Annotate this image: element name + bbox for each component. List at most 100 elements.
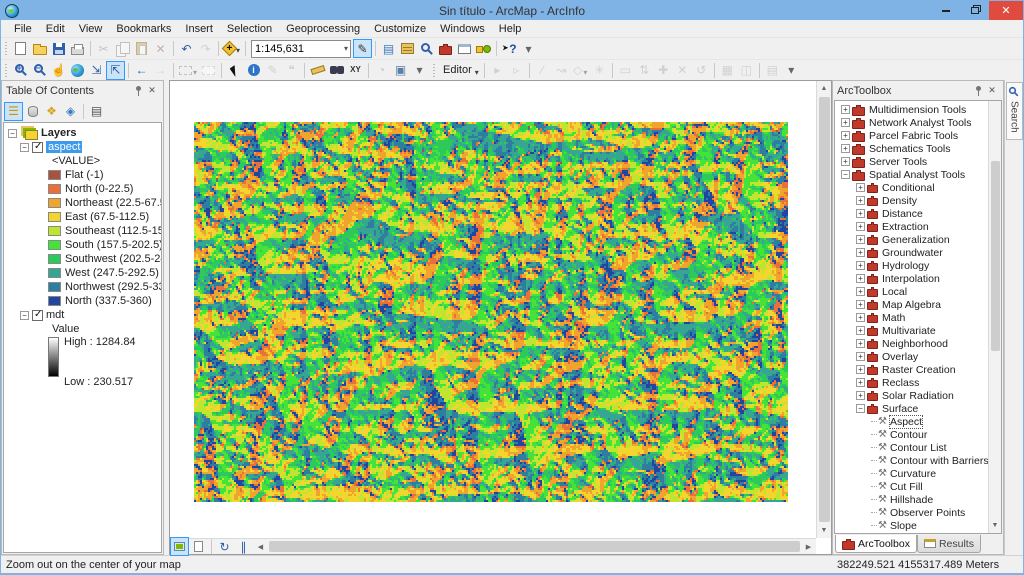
arctoolbox-item-contour-list[interactable]: ⚒Contour List — [835, 441, 1001, 454]
paste-button[interactable] — [132, 39, 151, 58]
map-scale-input[interactable] — [252, 43, 334, 55]
menu-item-edit[interactable]: Edit — [39, 22, 72, 36]
menu-item-customize[interactable]: Customize — [367, 22, 433, 36]
horizontal-scroll-thumb[interactable] — [269, 541, 800, 552]
python-window-button[interactable] — [455, 39, 474, 58]
copy-button[interactable] — [113, 39, 132, 58]
expand-icon[interactable]: + — [856, 248, 865, 257]
arctoolbox-item-raster-creation[interactable]: +Raster Creation — [835, 363, 1001, 376]
collapse-icon[interactable]: − — [20, 143, 29, 152]
arctoolbox-item-contour[interactable]: ⚒Contour — [835, 428, 1001, 441]
minimize-button[interactable] — [931, 1, 960, 20]
scroll-right-icon[interactable]: ▶ — [801, 539, 816, 554]
toolbar-grip[interactable] — [4, 63, 9, 78]
hyperlink-button[interactable]: ✎ — [263, 61, 282, 80]
expand-icon[interactable]: + — [856, 300, 865, 309]
mdt-layer-label[interactable]: mdt — [46, 309, 64, 321]
clear-selected-features-button[interactable] — [199, 61, 218, 80]
table-of-contents-window-button[interactable]: ▤ — [379, 39, 398, 58]
go-to-xy-button[interactable]: XY — [346, 61, 365, 80]
endpoint-arc-segment-button[interactable]: ↝ — [552, 61, 571, 80]
arctoolbox-item-contour-with-barriers[interactable]: ⚒Contour with Barriers — [835, 454, 1001, 467]
expand-icon[interactable]: + — [856, 378, 865, 387]
arctoolbox-item-generalization[interactable]: +Generalization — [835, 233, 1001, 246]
arctoolbox-item-surface[interactable]: −Surface — [835, 402, 1001, 415]
list-by-drawing-order-button[interactable]: ☰ — [4, 102, 23, 121]
arctoolbox-scrollbar[interactable]: ▼ — [988, 101, 1001, 533]
menu-item-view[interactable]: View — [72, 22, 110, 36]
list-by-source-button[interactable] — [23, 102, 42, 121]
edit-annotation-tool-button[interactable]: ▹ — [507, 61, 526, 80]
reshape-feature-tool-button[interactable]: ⇅ — [635, 61, 654, 80]
split-tool-button[interactable]: ✕ — [673, 61, 692, 80]
arctoolbox-pin-button[interactable] — [971, 84, 985, 98]
go-forward-extent-button[interactable]: → — [151, 61, 170, 80]
menu-item-windows[interactable]: Windows — [433, 22, 492, 36]
expand-icon[interactable]: + — [856, 287, 865, 296]
scroll-down-icon[interactable]: ▼ — [988, 518, 1003, 533]
arctoolbox-item-conditional[interactable]: +Conditional — [835, 181, 1001, 194]
scroll-down-icon[interactable]: ▼ — [817, 523, 832, 538]
editor-options-button[interactable]: ▾ — [782, 61, 801, 80]
legend-item-north-337-5-360[interactable]: North (337.5-360) — [4, 294, 161, 308]
expand-icon[interactable]: + — [856, 235, 865, 244]
toolbar-grip[interactable] — [4, 41, 9, 56]
map-raster[interactable] — [194, 122, 788, 502]
pause-drawing-button[interactable]: ∥ — [234, 537, 253, 556]
expand-icon[interactable]: + — [856, 261, 865, 270]
search-tab[interactable]: Search — [1006, 82, 1023, 140]
sketch-properties-button[interactable]: ◫ — [737, 61, 756, 80]
edit-tool-button[interactable]: ▸ — [488, 61, 507, 80]
menu-item-help[interactable]: Help — [492, 22, 529, 36]
toc-pin-button[interactable] — [131, 84, 145, 98]
legend-item-northwest-292-5-337-5[interactable]: Northwest (292.5-337.5) — [4, 280, 161, 294]
catalog-window-button[interactable] — [398, 39, 417, 58]
expand-icon[interactable]: + — [841, 131, 850, 140]
menu-item-selection[interactable]: Selection — [220, 22, 279, 36]
arctoolbox-close-button[interactable]: ✕ — [985, 84, 999, 98]
create-features-window-button[interactable]: ▤ — [763, 61, 782, 80]
model-builder-button[interactable] — [474, 39, 493, 58]
legend-item-southwest-202-5-247-5[interactable]: Southwest (202.5-247.5) — [4, 252, 161, 266]
search-window-button[interactable] — [417, 39, 436, 58]
arctoolbox-item-multivariate[interactable]: +Multivariate — [835, 324, 1001, 337]
editor-menu-button[interactable]: Editor — [439, 61, 481, 80]
arctoolbox-item-math[interactable]: +Math — [835, 311, 1001, 324]
toc-close-button[interactable]: ✕ — [145, 84, 159, 98]
arctoolbox-item-extraction[interactable]: +Extraction — [835, 220, 1001, 233]
arctoolbox-item-interpolation[interactable]: +Interpolation — [835, 272, 1001, 285]
expand-icon[interactable]: + — [856, 274, 865, 283]
toc-item-aspect[interactable]: − aspect — [4, 140, 161, 154]
full-extent-button[interactable] — [68, 61, 87, 80]
construction-tools-button[interactable]: ◇ — [571, 61, 590, 80]
list-by-visibility-button[interactable]: ❖ — [42, 102, 61, 121]
go-back-extent-button[interactable]: ← — [132, 61, 151, 80]
expand-icon[interactable]: + — [841, 144, 850, 153]
straight-segment-button[interactable]: ∕ — [533, 61, 552, 80]
print-button[interactable] — [68, 39, 87, 58]
arctoolbox-item-overlay[interactable]: +Overlay — [835, 350, 1001, 363]
arctoolbox-item-curvature[interactable]: ⚒Curvature — [835, 467, 1001, 480]
restore-button[interactable] — [960, 1, 989, 20]
map-vertical-scrollbar[interactable]: ▲ ▼ — [816, 81, 831, 538]
expand-icon[interactable]: + — [856, 209, 865, 218]
arctoolbox-item-slope[interactable]: ⚒Slope — [835, 519, 1001, 532]
toolbar-grip[interactable] — [432, 63, 437, 78]
arctoolbox-item-neighborhood[interactable]: +Neighborhood — [835, 337, 1001, 350]
arctoolbox-item-reclass[interactable]: +Reclass — [835, 376, 1001, 389]
arctoolbox-item-cut-fill[interactable]: ⚒Cut Fill — [835, 480, 1001, 493]
legend-item-west-247-5-292-5[interactable]: West (247.5-292.5) — [4, 266, 161, 280]
arctoolbox-item-groundwater[interactable]: +Groundwater — [835, 246, 1001, 259]
mdt-visibility-checkbox[interactable] — [32, 310, 43, 321]
legend-item-southeast-112-5-157-5[interactable]: Southeast (112.5-157.5) — [4, 224, 161, 238]
new-document-button[interactable] — [11, 39, 30, 58]
expand-icon[interactable]: + — [856, 196, 865, 205]
arctoolbox-window-button[interactable] — [436, 39, 455, 58]
tools-options-button[interactable]: ▾ — [410, 61, 429, 80]
select-elements-button[interactable] — [225, 61, 244, 80]
identify-button[interactable]: i — [244, 61, 263, 80]
collapse-icon[interactable]: − — [20, 311, 29, 320]
arctoolbox-item-map-algebra[interactable]: +Map Algebra — [835, 298, 1001, 311]
toc-item-mdt[interactable]: − mdt — [4, 308, 161, 322]
arctoolbox-item-aspect[interactable]: ⚒Aspect — [835, 415, 1001, 428]
